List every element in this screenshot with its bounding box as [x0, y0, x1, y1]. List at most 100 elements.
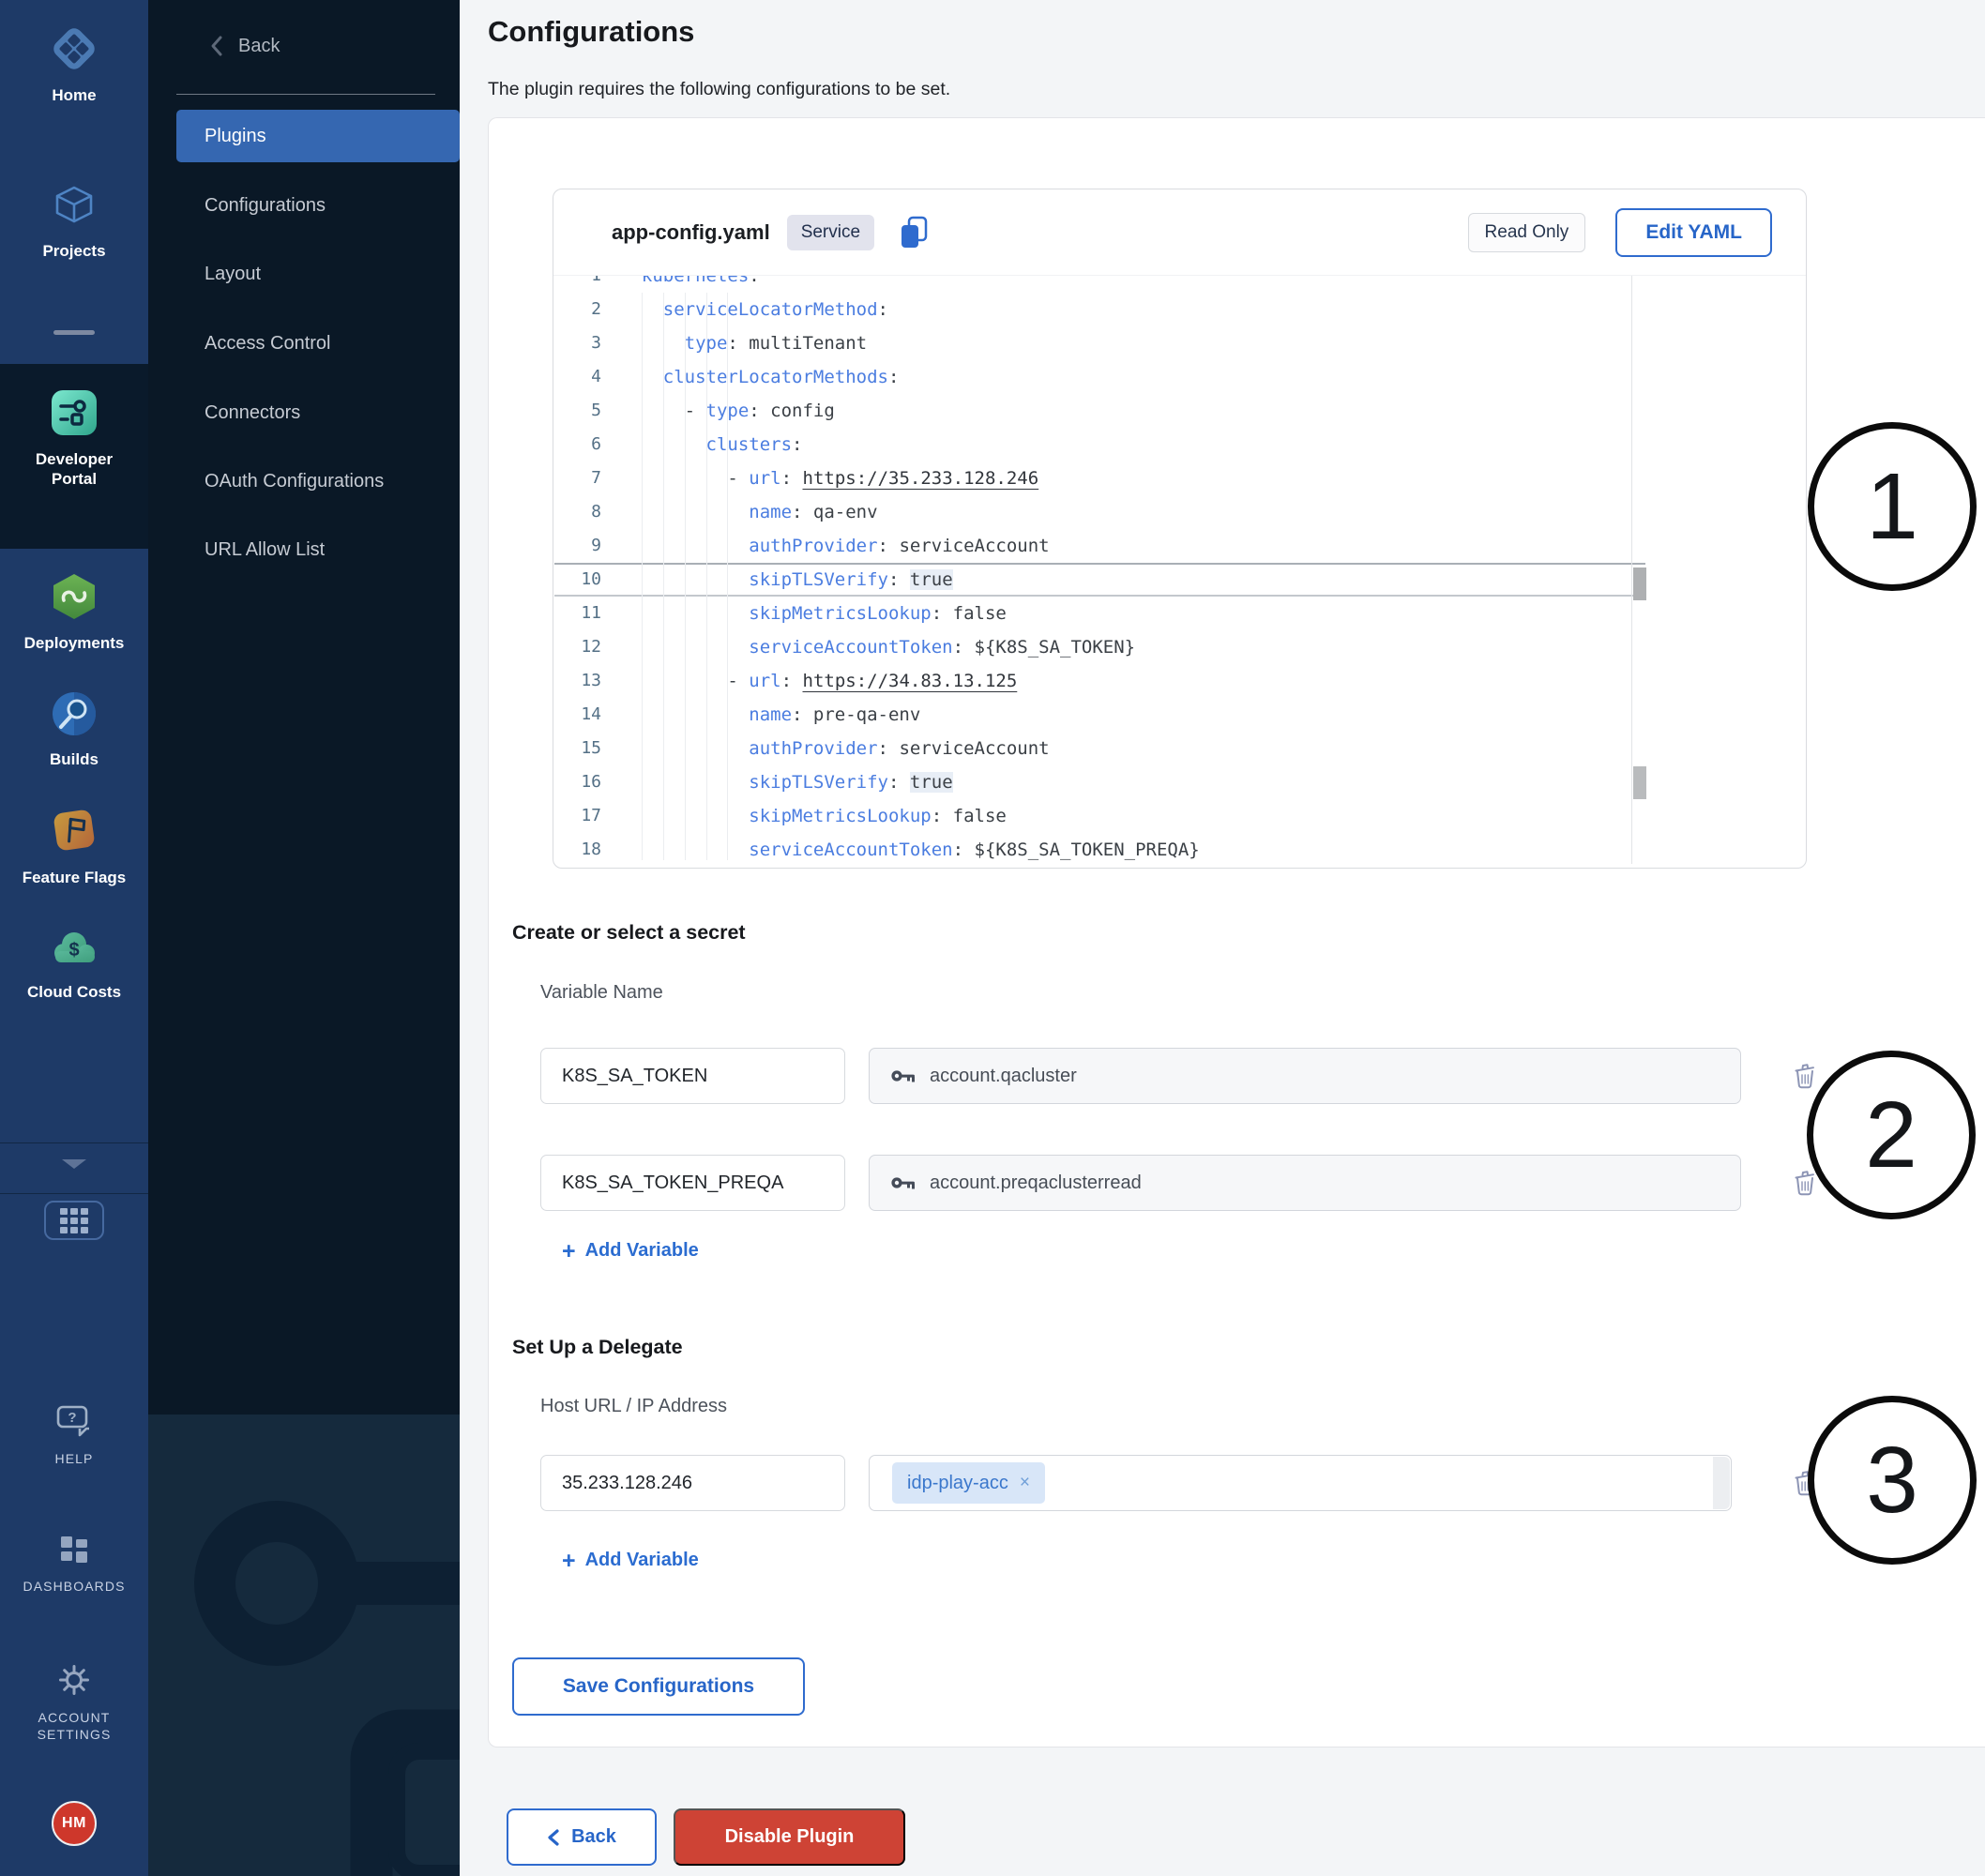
builds-icon — [51, 690, 98, 742]
variable-name-input[interactable]: K8S_SA_TOKEN — [540, 1048, 845, 1104]
line-number: 2 — [554, 293, 601, 326]
code-text: clusterLocatorMethods: — [620, 360, 899, 394]
sidebar-item-dashboards[interactable]: DASHBOARDS — [0, 1533, 148, 1596]
user-avatar[interactable]: HM — [52, 1801, 97, 1846]
sidebar-item-builds[interactable]: Builds — [0, 690, 148, 769]
scrollbar-thumb[interactable] — [1633, 567, 1646, 600]
code-text: skipMetricsLookup: false — [620, 597, 1007, 630]
code-line[interactable]: 11 skipMetricsLookup: false — [554, 597, 1805, 630]
sidebar-item-home[interactable]: Home — [0, 24, 148, 105]
edit-yaml-button[interactable]: Edit YAML — [1615, 208, 1772, 257]
code-line[interactable]: 8 name: qa-env — [554, 495, 1805, 529]
add-variable-button[interactable]: + Add Variable — [562, 1550, 699, 1571]
line-number: 1 — [554, 276, 601, 293]
annotation-circle-2: 2 — [1807, 1051, 1976, 1219]
module-picker-button[interactable] — [44, 1201, 104, 1240]
read-only-badge: Read Only — [1468, 213, 1586, 252]
subnav-item-layout[interactable]: Layout — [205, 255, 261, 293]
delete-row-button[interactable] — [1789, 1060, 1821, 1092]
delegate-row: 35.233.128.246 idp-play-acc × — [540, 1455, 1750, 1511]
code-line[interactable]: 18 serviceAccountToken: ${K8S_SA_TOKEN_P… — [554, 833, 1805, 866]
feature-flags-icon — [49, 805, 99, 860]
code-line[interactable]: 13 - url: https://34.83.13.125 — [554, 664, 1805, 698]
help-chat-icon: ? — [54, 1403, 94, 1444]
disable-plugin-button[interactable]: Disable Plugin — [674, 1808, 905, 1866]
variable-name-input[interactable]: K8S_SA_TOKEN_PREQA — [540, 1155, 845, 1211]
copy-icon[interactable] — [897, 215, 931, 250]
variable-name-label: Variable Name — [540, 982, 663, 1004]
code-text: name: qa-env — [620, 495, 878, 529]
host-url-input[interactable]: 35.233.128.246 — [540, 1455, 845, 1511]
yaml-code-viewport[interactable]: 1 kubernetes:2 serviceLocatorMethod:3 ty… — [554, 276, 1805, 866]
delegate-tag-chip[interactable]: idp-play-acc × — [892, 1462, 1045, 1504]
code-line[interactable]: 16 skipTLSVerify: true — [554, 765, 1805, 799]
line-number: 14 — [554, 698, 601, 732]
harness-home-icon — [50, 24, 98, 78]
annotation-circle-1: 1 — [1808, 422, 1977, 591]
rail-divider-dash — [53, 330, 95, 335]
svg-text:?: ? — [68, 1410, 76, 1426]
subnav-item-configurations[interactable]: Configurations — [205, 187, 326, 224]
sidebar-item-help[interactable]: ? HELP — [0, 1403, 148, 1468]
code-line[interactable]: 6 clusters: — [554, 428, 1805, 461]
sidebar-item-label: Feature Flags — [23, 868, 127, 887]
code-line[interactable]: 2 serviceLocatorMethod: — [554, 293, 1805, 326]
annotation-circle-3: 3 — [1808, 1396, 1977, 1565]
sidebar-item-projects[interactable]: Projects — [0, 184, 148, 261]
sidebar-item-cloud-costs[interactable]: $ Cloud Costs — [0, 927, 148, 1002]
save-configurations-button[interactable]: Save Configurations — [512, 1657, 805, 1716]
tag-label: idp-play-acc — [907, 1473, 1008, 1494]
chevron-down-icon[interactable] — [62, 1159, 86, 1169]
code-line[interactable]: 10 skipTLSVerify: true — [554, 563, 1805, 597]
code-line[interactable]: 5 - type: config — [554, 394, 1805, 428]
back-button[interactable]: Back — [507, 1808, 657, 1866]
code-line[interactable]: 15 authProvider: serviceAccount — [554, 732, 1805, 765]
add-variable-button[interactable]: + Add Variable — [562, 1240, 699, 1262]
key-icon — [890, 1067, 917, 1084]
sidebar-item-deployments[interactable]: Deployments — [0, 572, 148, 653]
secret-row: K8S_SA_TOKEN account.qacluster — [540, 1048, 1750, 1104]
subnav-item-access-control[interactable]: Access Control — [205, 325, 331, 362]
code-line[interactable]: 14 name: pre-qa-env — [554, 698, 1805, 732]
code-line[interactable]: 17 skipMetricsLookup: false — [554, 799, 1805, 833]
service-badge: Service — [787, 215, 874, 250]
line-number: 4 — [554, 360, 601, 394]
sidebar-item-account-settings[interactable]: ACCOUNT SETTINGS — [0, 1662, 148, 1743]
code-line[interactable]: 7 - url: https://35.233.128.246 — [554, 461, 1805, 495]
subnav-back-button[interactable]: Back — [208, 34, 280, 58]
scrollbar-thumb[interactable] — [1633, 766, 1646, 799]
sidebar-item-feature-flags[interactable]: Feature Flags — [0, 805, 148, 887]
subnav-item-connectors[interactable]: Connectors — [205, 394, 300, 431]
delegate-tags-field[interactable]: idp-play-acc × — [869, 1455, 1732, 1511]
sidebar-item-label: ACCOUNT SETTINGS — [19, 1710, 129, 1743]
sidebar-item-developer-portal[interactable]: Developer Portal — [0, 388, 148, 490]
secret-value: account.qacluster — [930, 1066, 1077, 1087]
line-number: 9 — [554, 529, 601, 563]
code-text: name: pre-qa-env — [620, 698, 920, 732]
indent-guide — [727, 293, 728, 860]
pipeline-decoration — [148, 1415, 460, 1876]
add-variable-label: Add Variable — [585, 1240, 699, 1262]
subnav-divider — [176, 94, 435, 95]
sidebar-item-label: Projects — [42, 241, 105, 261]
page-title: Configurations — [488, 15, 694, 49]
code-line[interactable]: 1 kubernetes: — [554, 276, 1805, 293]
secret-select-field[interactable]: account.preqaclusterread — [869, 1155, 1741, 1211]
line-number: 15 — [554, 732, 601, 765]
subnav-item-url-allow-list[interactable]: URL Allow List — [205, 531, 325, 568]
key-icon — [890, 1174, 917, 1191]
grid-icon — [60, 1208, 88, 1233]
remove-tag-icon[interactable]: × — [1020, 1473, 1030, 1493]
code-line[interactable]: 9 authProvider: serviceAccount — [554, 529, 1805, 563]
line-number: 16 — [554, 765, 601, 799]
subnav-item-plugins[interactable]: Plugins — [176, 110, 460, 162]
code-text: serviceLocatorMethod: — [620, 293, 888, 326]
secret-select-field[interactable]: account.qacluster — [869, 1048, 1741, 1104]
cloud-costs-icon: $ — [48, 927, 100, 975]
code-line[interactable]: 12 serviceAccountToken: ${K8S_SA_TOKEN} — [554, 630, 1805, 664]
host-url-label: Host URL / IP Address — [540, 1396, 727, 1417]
screen: Home Projects Developer Portal Deploymen… — [0, 0, 1985, 1876]
code-line[interactable]: 4 clusterLocatorMethods: — [554, 360, 1805, 394]
code-line[interactable]: 3 type: multiTenant — [554, 326, 1805, 360]
subnav-item-oauth-configurations[interactable]: OAuth Configurations — [205, 462, 384, 500]
